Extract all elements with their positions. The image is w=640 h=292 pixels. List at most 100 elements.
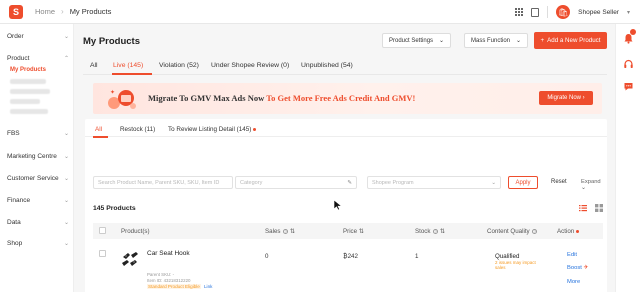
header-sales[interactable]: Sales ? ⇅ xyxy=(265,228,295,235)
sort-icon[interactable]: ⇅ xyxy=(290,228,295,235)
sidebar-subitem-blurred[interactable] xyxy=(10,89,50,94)
page-title: My Products xyxy=(83,36,141,47)
sort-icon[interactable]: ⇅ xyxy=(359,228,364,235)
header-sales-label: Sales xyxy=(265,228,281,235)
learning-book-icon[interactable] xyxy=(531,7,540,17)
tab-violation[interactable]: Violation (52) xyxy=(159,62,199,69)
seller-name[interactable]: Shopee Seller xyxy=(578,9,619,16)
sidebar-subitem-blurred[interactable] xyxy=(10,99,40,104)
active-tab-indicator xyxy=(112,73,152,75)
sidebar-subitem-my-products[interactable]: My Products xyxy=(10,67,46,73)
header-stock[interactable]: Stock ? ⇅ xyxy=(415,228,445,235)
chevron-up-icon: ⌃ xyxy=(63,56,69,62)
tab-unpublished[interactable]: Unpublished (54) xyxy=(301,62,353,69)
header-action: Action xyxy=(557,228,580,235)
search-placeholder: Search Product Name, Parent SKU, SKU, It… xyxy=(98,179,220,186)
edit-link[interactable]: Edit xyxy=(567,252,577,258)
product-settings-button[interactable]: Product Settings ⌄ xyxy=(382,33,452,48)
product-parent-sku: Parent SKU: - xyxy=(147,272,175,277)
svg-text:✦: ✦ xyxy=(110,89,115,96)
notification-dot-icon xyxy=(253,127,257,131)
badge-link[interactable]: Link xyxy=(204,284,212,289)
table-header: Product(s) Sales ? ⇅ Price ⇅ Stock ? ⇅ C… xyxy=(93,223,603,239)
subtab-all[interactable]: All xyxy=(95,126,102,133)
banner-message: Migrate To GMV Max Ads Now To Get More F… xyxy=(148,93,415,103)
program-placeholder: Shopee Program xyxy=(372,179,414,186)
sidebar-item-finance[interactable]: Finance ⌄ xyxy=(7,197,69,204)
main-content: My Products Product Settings ⌄ Mass Func… xyxy=(75,24,615,292)
sidebar-item-order[interactable]: Order ⌄ xyxy=(7,33,69,40)
tab-all[interactable]: All xyxy=(90,62,98,69)
chevron-down-icon: ⌄ xyxy=(63,154,69,160)
divider xyxy=(547,6,549,18)
subtab-restock[interactable]: Restock (11) xyxy=(120,126,155,133)
grid-view-icon[interactable] xyxy=(595,204,603,212)
active-subtab-indicator xyxy=(93,136,108,138)
table-row: Car Seat Hook Parent SKU: - Item ID: 432… xyxy=(93,241,603,292)
notification-dot-icon xyxy=(576,229,580,233)
sidebar-item-product[interactable]: Product ⌃ xyxy=(7,55,69,62)
boost-link[interactable]: Boost ✈ xyxy=(567,265,588,271)
chevron-down-icon[interactable]: ▾ xyxy=(627,9,630,16)
select-all-checkbox[interactable] xyxy=(99,227,106,234)
sidebar-item-label: Order xyxy=(7,33,24,40)
help-icon[interactable]: ? xyxy=(532,228,538,234)
notification-count-badge xyxy=(630,29,636,35)
list-view-icon[interactable] xyxy=(579,204,587,212)
help-icon[interactable]: ? xyxy=(283,228,289,234)
headset-icon[interactable] xyxy=(623,59,634,70)
subtab-to-review-label: To Review Listing Detail (145) xyxy=(168,126,252,133)
apps-grid-icon[interactable] xyxy=(515,8,524,16)
content-quality-value: Qualified xyxy=(495,253,520,260)
sidebar-item-data[interactable]: Data ⌄ xyxy=(7,219,69,226)
expand-button[interactable]: Expand ⌄ xyxy=(581,179,607,191)
banner-text-main: Migrate To GMV Max Ads Now xyxy=(148,93,265,103)
stock-value[interactable]: 1 xyxy=(415,253,418,260)
sidebar-subitem-blurred[interactable] xyxy=(10,79,46,84)
banner-text-accent: To Get More Free Ads Credit And GMV! xyxy=(264,93,416,103)
promo-banner: ✦ Migrate To GMV Max Ads Now To Get More… xyxy=(93,83,602,114)
reset-button[interactable]: Reset xyxy=(551,179,567,185)
product-thumbnail[interactable] xyxy=(119,249,141,271)
row-checkbox[interactable] xyxy=(99,250,106,257)
sidebar-item-fbs[interactable]: FBS ⌄ xyxy=(7,130,69,137)
product-name[interactable]: Car Seat Hook xyxy=(147,250,190,257)
sales-value: 0 xyxy=(265,253,269,260)
pencil-icon[interactable]: ✎ xyxy=(347,180,352,186)
header-quality-label: Content Quality xyxy=(487,228,530,235)
breadcrumb-home[interactable]: Home xyxy=(35,7,55,16)
sidebar-item-customer-service[interactable]: Customer Service ⌄ xyxy=(7,175,69,182)
migrate-now-label: Migrate Now xyxy=(547,95,581,101)
apply-button[interactable]: Apply xyxy=(508,176,538,189)
subtab-to-review[interactable]: To Review Listing Detail (145) xyxy=(168,126,257,133)
chevron-down-icon: ⌄ xyxy=(63,241,69,247)
chat-icon[interactable] xyxy=(623,81,634,92)
price-value[interactable]: ₿242 xyxy=(343,253,358,260)
chevron-down-icon: ⌄ xyxy=(63,220,69,226)
sort-icon[interactable]: ⇅ xyxy=(440,228,445,235)
content-quality-note[interactable]: 2 issues may impact sales xyxy=(495,260,547,270)
category-select[interactable]: Category ✎ xyxy=(235,176,357,189)
sidebar-item-marketing-centre[interactable]: Marketing Centre ⌄ xyxy=(7,153,69,160)
avatar[interactable]: 🛍 xyxy=(556,5,571,19)
tab-live[interactable]: Live (145) xyxy=(113,62,143,69)
chevron-down-icon: ⌄ xyxy=(63,176,69,182)
shopee-logo-icon[interactable]: S xyxy=(9,4,23,19)
breadcrumb-separator-icon: › xyxy=(61,7,64,16)
chevron-down-icon: ⌄ xyxy=(63,198,69,204)
migrate-now-button[interactable]: Migrate Now › xyxy=(539,91,593,105)
header-price[interactable]: Price ⇅ xyxy=(343,228,364,235)
search-input[interactable]: Search Product Name, Parent SKU, SKU, It… xyxy=(93,176,233,189)
status-badge: Standard Product Eligible xyxy=(147,284,201,289)
tab-under-review[interactable]: Under Shopee Review (0) xyxy=(211,62,289,69)
sidebar-subitem-blurred[interactable] xyxy=(10,109,48,114)
gift-coin-icon: ✦ xyxy=(108,89,136,109)
shopee-program-select[interactable]: Shopee Program ⌄ xyxy=(367,176,501,189)
more-link[interactable]: More xyxy=(567,279,580,285)
add-new-product-button[interactable]: + Add a New Product xyxy=(534,32,607,49)
help-icon[interactable]: ? xyxy=(433,228,439,234)
chevron-down-icon: ⌄ xyxy=(439,38,445,44)
sidebar-item-shop[interactable]: Shop ⌄ xyxy=(7,240,69,247)
chevron-down-icon: ⌄ xyxy=(581,185,586,191)
mass-function-button[interactable]: Mass Function ⌄ xyxy=(464,33,529,48)
